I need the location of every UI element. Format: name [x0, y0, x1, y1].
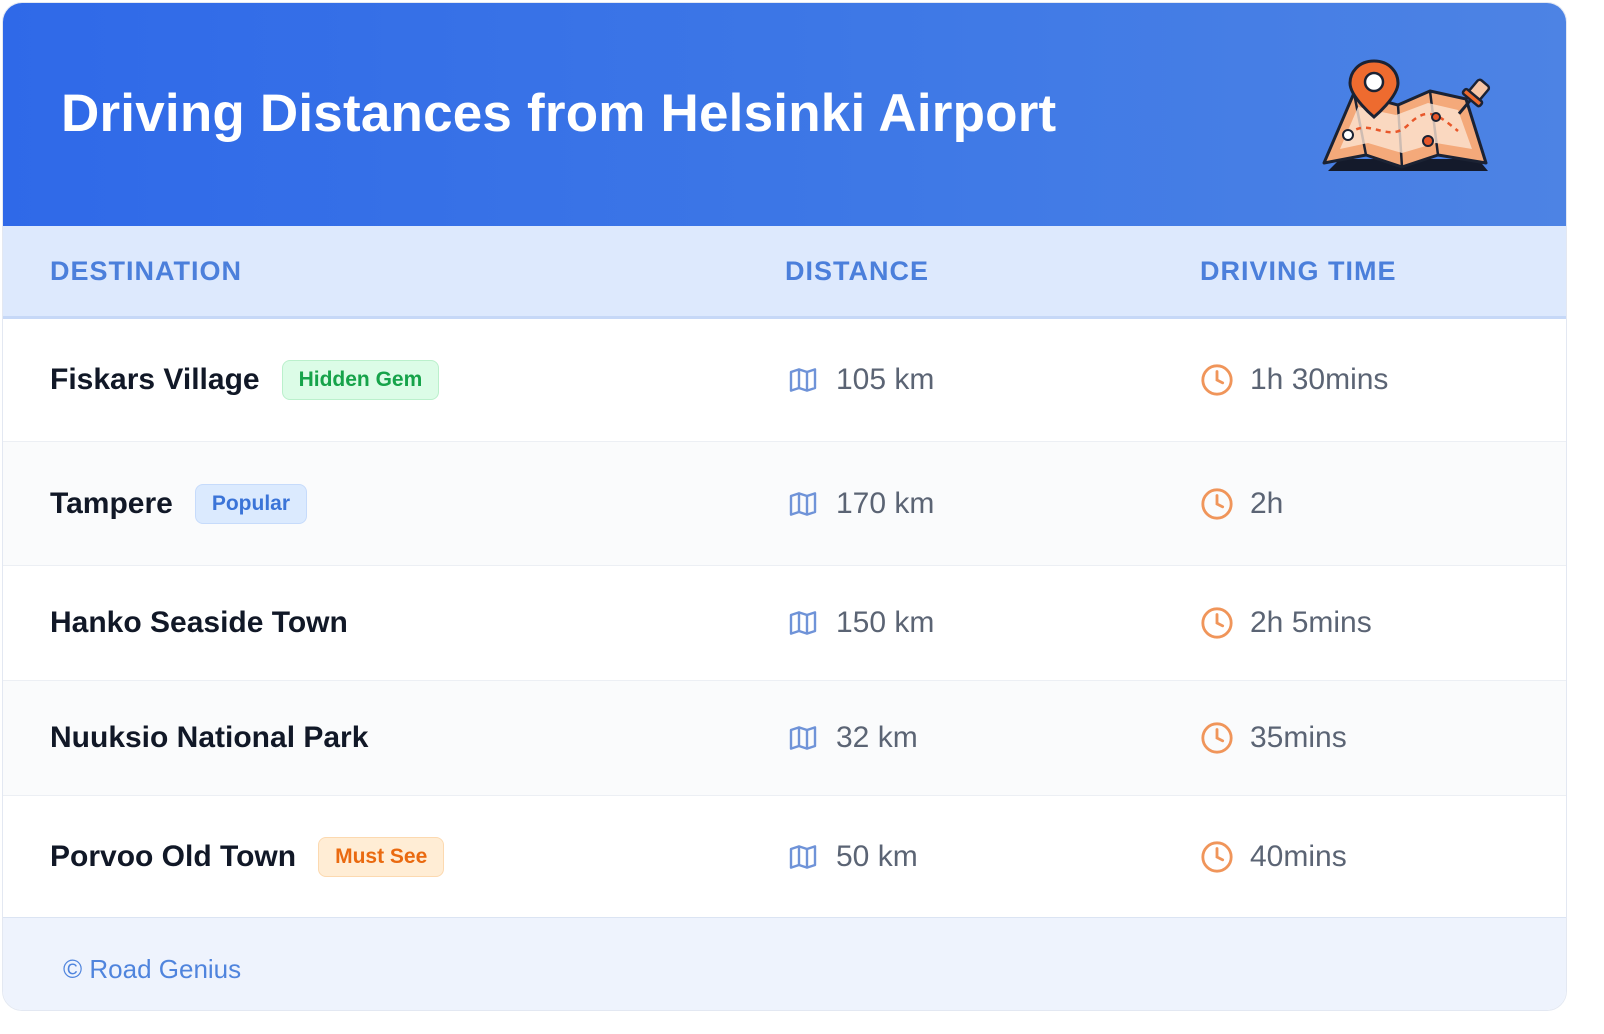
copyright-text: © Road Genius [63, 954, 242, 984]
destination-name: Nuuksio National Park [50, 721, 369, 754]
map-icon [786, 363, 820, 397]
destination-name: Porvoo Old Town [50, 839, 297, 873]
card-footer: © Road Genius [3, 917, 1566, 1010]
table-row: Nuuksio National Park 32 km 35mins [3, 681, 1566, 796]
distance-value: 50 km [836, 839, 918, 873]
destination-name: Tampere [50, 486, 173, 520]
map-icon [786, 840, 820, 874]
table-row: Porvoo Old Town Must See 50 km 40mins [3, 796, 1566, 917]
table-header: DESTINATION DISTANCE DRIVING TIME [3, 226, 1566, 319]
driving-time-value: 35mins [1250, 721, 1347, 754]
distance-value: 170 km [836, 486, 935, 520]
distance-table-card: Driving Distances from Helsinki Airport [2, 2, 1567, 1011]
distance-value: 150 km [836, 606, 935, 639]
hidden-gem-badge: Hidden Gem [281, 360, 440, 400]
clock-icon [1200, 721, 1234, 755]
destination-name: Fiskars Village [50, 363, 260, 396]
table-row: Tampere Popular 170 km 2h [3, 442, 1566, 566]
clock-icon [1200, 840, 1234, 874]
map-with-pin-icon [1322, 59, 1491, 171]
map-icon [786, 606, 820, 640]
map-icon [786, 487, 820, 521]
must-see-badge: Must See [318, 836, 445, 877]
table-row: Hanko Seaside Town 150 km 2h 5mins [3, 566, 1566, 681]
map-icon [786, 721, 820, 755]
driving-time-value: 40mins [1250, 839, 1347, 873]
card-header: Driving Distances from Helsinki Airport [3, 3, 1566, 226]
page-title: Driving Distances from Helsinki Airport [61, 84, 1057, 143]
distance-value: 32 km [836, 721, 918, 754]
column-header-driving-time: DRIVING TIME [1200, 256, 1397, 286]
driving-time-value: 2h 5mins [1250, 606, 1372, 639]
column-header-distance: DISTANCE [785, 256, 930, 286]
popular-badge: Popular [194, 483, 308, 524]
column-header-destination: DESTINATION [50, 256, 242, 286]
table-row: Fiskars Village Hidden Gem 105 km 1h 30m… [3, 319, 1566, 442]
destination-name: Hanko Seaside Town [50, 606, 348, 639]
clock-icon [1200, 487, 1234, 521]
clock-icon [1200, 606, 1234, 640]
driving-time-value: 2h [1250, 486, 1284, 520]
clock-icon [1200, 363, 1234, 397]
driving-time-value: 1h 30mins [1250, 363, 1389, 396]
distance-value: 105 km [836, 363, 935, 396]
